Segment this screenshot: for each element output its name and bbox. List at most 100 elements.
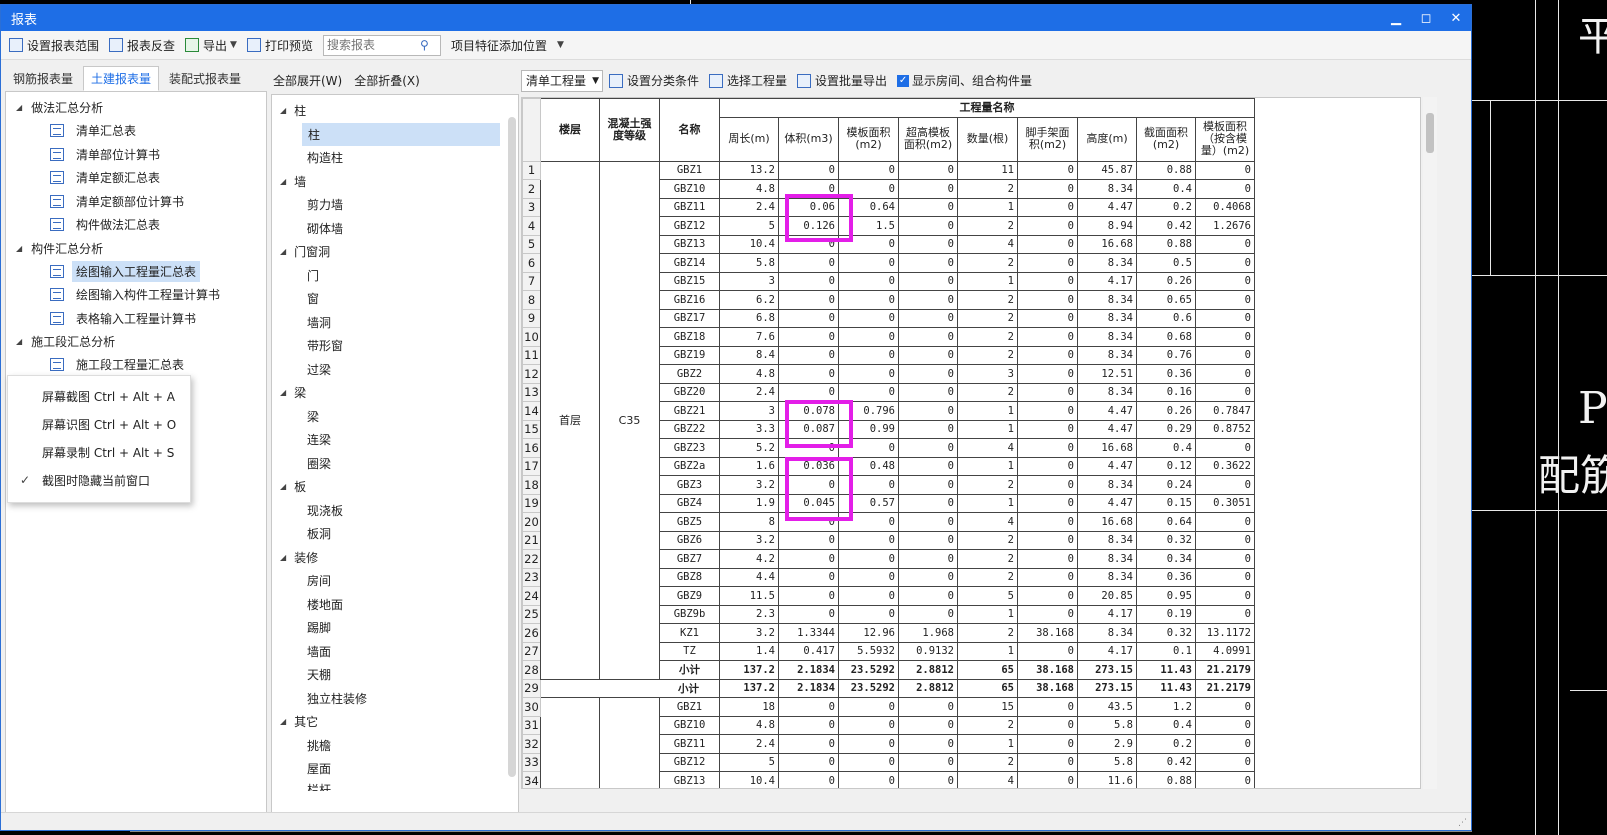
component-item[interactable]: 天棚 bbox=[272, 663, 518, 687]
quantity-cell[interactable]: 0 bbox=[1017, 493, 1078, 513]
quantity-cell[interactable]: 4.0991 bbox=[1195, 641, 1255, 661]
quantity-cell[interactable]: 0.65 bbox=[1136, 290, 1196, 310]
quantity-cell[interactable]: 0 bbox=[898, 567, 958, 587]
quantity-cell[interactable]: 0 bbox=[778, 308, 839, 328]
quantity-cell[interactable]: 1 bbox=[957, 641, 1018, 661]
quantity-cell[interactable]: 0 bbox=[1017, 327, 1078, 347]
quantity-cell[interactable]: 3.2 bbox=[719, 530, 779, 550]
component-name-cell[interactable]: GBZ1 bbox=[659, 160, 720, 180]
quantity-cell[interactable]: 0 bbox=[1017, 179, 1078, 199]
search-input[interactable] bbox=[323, 38, 420, 52]
quantity-cell[interactable]: 0.36 bbox=[1136, 567, 1196, 587]
component-item-selected[interactable]: 柱 bbox=[302, 122, 500, 146]
quantity-cell[interactable]: 0 bbox=[778, 752, 839, 772]
quantity-cell[interactable]: 7.6 bbox=[719, 327, 779, 347]
quantity-cell[interactable]: 6.8 bbox=[719, 308, 779, 328]
quantity-cell[interactable]: 8.34 bbox=[1077, 530, 1137, 550]
quantity-cell[interactable]: 0 bbox=[1017, 345, 1078, 365]
quantity-cell[interactable]: 0 bbox=[838, 234, 899, 254]
quantity-cell[interactable]: 0.5 bbox=[1136, 253, 1196, 273]
quantity-cell[interactable]: 8.34 bbox=[1077, 623, 1137, 643]
quantity-cell[interactable]: 10.4 bbox=[719, 771, 779, 788]
quantity-cell[interactable]: 0 bbox=[778, 160, 839, 180]
quantity-cell[interactable]: 0.34 bbox=[1136, 549, 1196, 569]
quantity-cell[interactable]: 0 bbox=[1017, 512, 1078, 532]
component-item[interactable]: 挑檐 bbox=[272, 734, 518, 758]
component-name-cell[interactable]: GBZ12 bbox=[659, 752, 720, 772]
component-item[interactable]: 屋面 bbox=[272, 757, 518, 781]
quantity-cell[interactable]: 0 bbox=[1017, 549, 1078, 569]
component-item[interactable]: 过梁 bbox=[272, 358, 518, 382]
quantity-cell[interactable]: 1 bbox=[957, 493, 1018, 513]
expand-triangle-icon[interactable]: ◢ bbox=[280, 106, 286, 115]
quantity-cell[interactable]: 16.68 bbox=[1077, 438, 1137, 458]
quantity-cell[interactable]: 0 bbox=[1017, 382, 1078, 402]
quantity-cell[interactable]: 0 bbox=[1195, 604, 1255, 624]
quantity-cell[interactable]: 137.2 bbox=[719, 660, 779, 680]
quantity-cell[interactable]: 0 bbox=[898, 179, 958, 199]
quantity-cell[interactable]: 0 bbox=[1017, 530, 1078, 550]
quantity-cell[interactable]: 0 bbox=[1017, 308, 1078, 328]
quantity-cell[interactable]: 11.43 bbox=[1136, 678, 1196, 698]
quantity-cell[interactable]: 0 bbox=[838, 697, 899, 717]
quantity-cell[interactable]: 0 bbox=[778, 475, 839, 495]
quantity-cell[interactable]: 11 bbox=[957, 160, 1018, 180]
quantity-cell[interactable]: 5.8 bbox=[1077, 752, 1137, 772]
quantity-cell[interactable]: 2.1834 bbox=[778, 660, 839, 680]
quantity-cell[interactable]: 23.5292 bbox=[838, 660, 899, 680]
quantity-cell[interactable]: 0.2 bbox=[1136, 197, 1196, 217]
component-name-cell[interactable]: GBZ13 bbox=[659, 234, 720, 254]
quantity-cell[interactable]: 1 bbox=[957, 271, 1018, 291]
batch-export-button[interactable]: 设置批量导出 bbox=[797, 72, 887, 89]
component-name-cell[interactable]: GBZ23 bbox=[659, 438, 720, 458]
maximize-button[interactable]: ◻ bbox=[1411, 11, 1441, 26]
quantity-cell[interactable]: 0 bbox=[1195, 290, 1255, 310]
quantity-cell[interactable]: 5.5932 bbox=[838, 641, 899, 661]
quantity-cell[interactable]: 0 bbox=[898, 438, 958, 458]
quantity-cell[interactable]: 0 bbox=[1195, 567, 1255, 587]
quantity-cell[interactable]: 4.2 bbox=[719, 549, 779, 569]
component-item[interactable]: 梁 bbox=[272, 405, 518, 429]
quantity-cell[interactable]: 0 bbox=[838, 549, 899, 569]
component-name-cell[interactable]: GBZ16 bbox=[659, 290, 720, 310]
quantity-cell[interactable]: 16.68 bbox=[1077, 512, 1137, 532]
quantity-cell[interactable]: 0 bbox=[1017, 697, 1078, 717]
quantity-cell[interactable]: 0 bbox=[1195, 771, 1255, 788]
quantity-cell[interactable]: 0.64 bbox=[1136, 512, 1196, 532]
component-name-cell[interactable]: GBZ2 bbox=[659, 364, 720, 384]
component-group[interactable]: ◢ 墙 bbox=[272, 170, 518, 194]
quantity-cell[interactable]: 0.4 bbox=[1136, 438, 1196, 458]
quantity-cell[interactable]: 0.045 bbox=[778, 493, 839, 513]
menu-item-screen-ocr[interactable]: 屏幕识图 Ctrl + Alt + O bbox=[8, 410, 190, 438]
quantity-cell[interactable]: 1.6 bbox=[719, 456, 779, 476]
component-name-cell[interactable]: GBZ9b bbox=[659, 604, 720, 624]
quantity-cell[interactable]: 0 bbox=[1195, 586, 1255, 606]
quantity-cell[interactable]: 0 bbox=[1017, 216, 1078, 236]
tree-item[interactable]: 清单汇总表 bbox=[6, 119, 266, 143]
quantity-cell[interactable]: 0 bbox=[898, 327, 958, 347]
quantity-cell[interactable]: 4.4 bbox=[719, 567, 779, 587]
quantity-cell[interactable]: 2 bbox=[957, 549, 1018, 569]
quantity-cell[interactable]: 0 bbox=[838, 345, 899, 365]
quantity-cell[interactable]: 21.2179 bbox=[1195, 660, 1255, 680]
quantity-cell[interactable]: 0 bbox=[1017, 586, 1078, 606]
component-name-cell[interactable]: GBZ10 bbox=[659, 715, 720, 735]
component-name-cell[interactable]: GBZ11 bbox=[659, 734, 720, 754]
expand-triangle-icon[interactable]: ◢ bbox=[280, 553, 286, 562]
component-item[interactable]: 板洞 bbox=[272, 522, 518, 546]
quantity-cell[interactable]: 11.6 bbox=[1077, 771, 1137, 788]
quantity-cell[interactable]: 2 bbox=[957, 382, 1018, 402]
quantity-cell[interactable]: 0.76 bbox=[1136, 345, 1196, 365]
quantity-cell[interactable]: 1.2676 bbox=[1195, 216, 1255, 236]
quantity-cell[interactable]: 0 bbox=[838, 604, 899, 624]
tab-civil-report[interactable]: 土建报表量 bbox=[83, 66, 160, 91]
component-name-cell[interactable]: GBZ20 bbox=[659, 382, 720, 402]
quantity-cell[interactable]: 0 bbox=[778, 530, 839, 550]
quantity-cell[interactable]: 0 bbox=[898, 771, 958, 788]
quantity-cell[interactable]: 3.2 bbox=[719, 475, 779, 495]
quantity-cell[interactable]: 0.88 bbox=[1136, 234, 1196, 254]
component-name-cell[interactable]: GBZ4 bbox=[659, 493, 720, 513]
quantity-cell[interactable]: 0 bbox=[1017, 271, 1078, 291]
resize-grip-icon[interactable]: ⋰ bbox=[1458, 818, 1467, 828]
component-item[interactable]: 房间 bbox=[272, 569, 518, 593]
